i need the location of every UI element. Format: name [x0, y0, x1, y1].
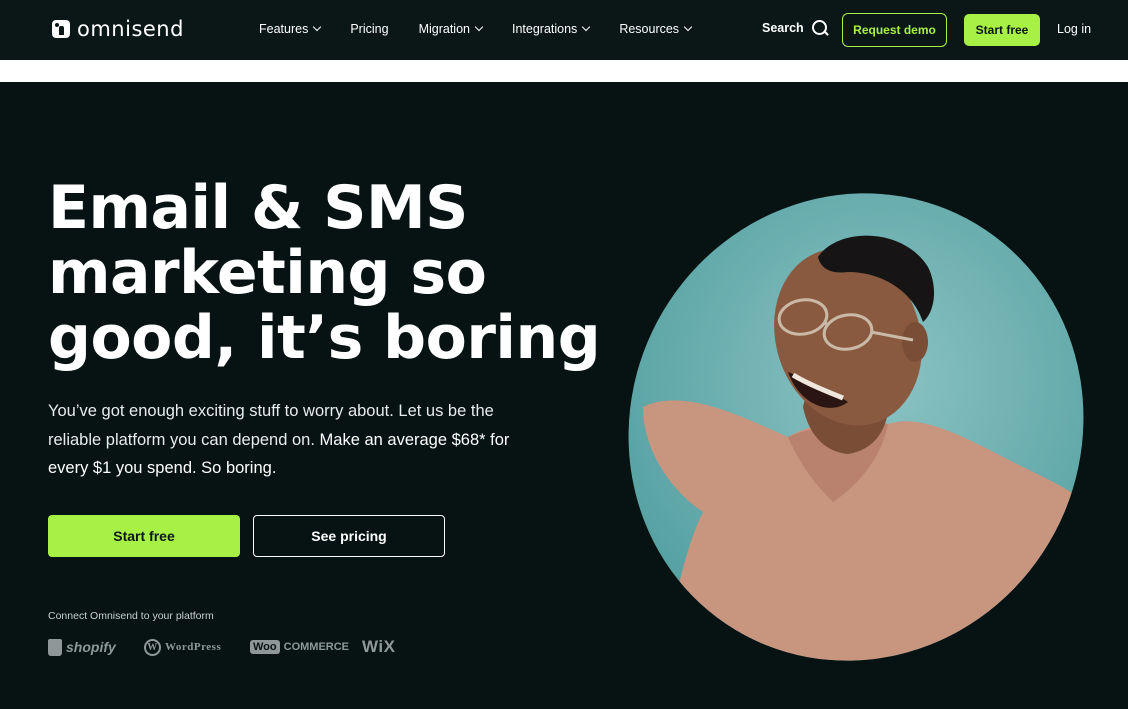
hero-headline: Email & SMS marketing so good, it’s bori…: [48, 176, 608, 371]
search-icon: [811, 20, 828, 36]
shopify-bag-icon: [48, 638, 62, 656]
shopify-logo[interactable]: shopify: [48, 638, 144, 656]
top-navigation: omnisend Features Pricing Migration Inte…: [0, 0, 1128, 60]
menu-item-label: Migration: [418, 22, 470, 36]
menu-item-integrations[interactable]: Integrations: [511, 22, 591, 36]
menu-item-label: Pricing: [350, 22, 389, 36]
nav-start-free-button[interactable]: Start free: [964, 14, 1040, 46]
headline-line: marketing so: [48, 238, 487, 308]
chevron-down-icon: [313, 22, 322, 32]
start-free-button[interactable]: Start free: [48, 515, 240, 557]
menu-item-resources[interactable]: Resources: [619, 22, 693, 36]
woo-badge: Woo: [250, 640, 280, 654]
platform-logos: shopify W WordPress Woo COMMERCE WiX: [48, 637, 395, 657]
wix-logo[interactable]: WiX: [362, 637, 395, 657]
menu-item-label: Integrations: [511, 22, 578, 36]
wordpress-icon: W: [144, 638, 161, 656]
platform-name: WordPress: [165, 641, 222, 653]
headline-line: Email & SMS: [48, 173, 468, 243]
chevron-down-icon: [582, 22, 591, 32]
login-link[interactable]: Log in: [1057, 22, 1091, 36]
menu-item-label: Features: [259, 22, 309, 36]
headline-line: good, it’s boring: [48, 303, 601, 373]
see-pricing-button[interactable]: See pricing: [253, 515, 445, 557]
search-label: Search: [762, 21, 804, 35]
menu-item-features[interactable]: Features: [259, 22, 322, 36]
chevron-down-icon: [683, 22, 693, 32]
platform-name: WiX: [362, 637, 396, 656]
platform-name: shopify: [66, 639, 116, 655]
woocommerce-logo[interactable]: Woo COMMERCE: [250, 640, 362, 654]
connect-platform-label: Connect Omnisend to your platform: [48, 610, 214, 622]
omnisend-logo[interactable]: omnisend: [52, 17, 184, 41]
logo-text: omnisend: [77, 17, 184, 41]
white-banner-strip: [0, 60, 1128, 82]
search-button[interactable]: Search: [762, 20, 828, 36]
menu-item-migration[interactable]: Migration: [418, 22, 484, 36]
chevron-down-icon: [474, 22, 484, 32]
hero-photo: [623, 192, 1089, 662]
main-menu: Features Pricing Migration Integrations …: [259, 22, 693, 36]
menu-item-pricing[interactable]: Pricing: [350, 22, 388, 36]
menu-item-label: Resources: [619, 22, 680, 36]
platform-name: COMMERCE: [283, 641, 350, 653]
wordpress-logo[interactable]: W WordPress: [144, 638, 250, 656]
hero-subtitle: You’ve got enough exciting stuff to worr…: [48, 397, 518, 483]
omnisend-logo-icon: [52, 20, 70, 38]
request-demo-button[interactable]: Request demo: [842, 13, 947, 47]
